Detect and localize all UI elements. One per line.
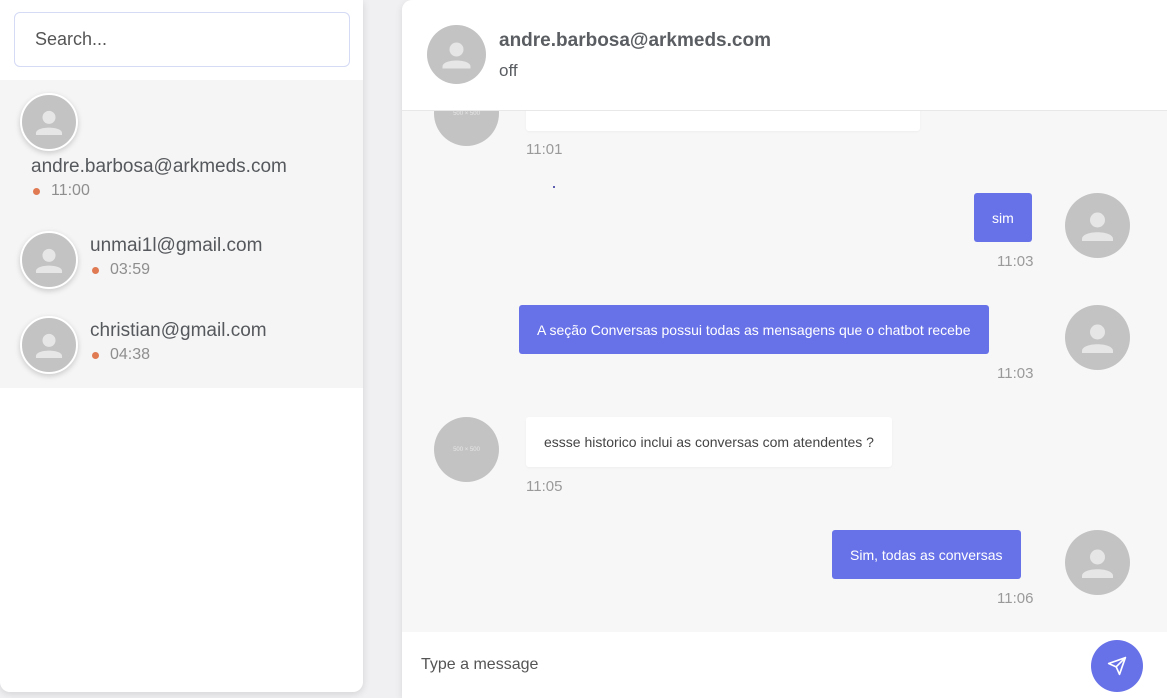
sidebar: andre.barbosa@arkmeds.com 11:00 unmai1l@… xyxy=(0,0,363,692)
contact-time: 03:59 xyxy=(110,261,151,278)
incoming-message-bubble xyxy=(526,111,920,131)
paper-plane-icon xyxy=(1107,656,1127,676)
user-avatar xyxy=(1065,193,1130,258)
message-time: 11:05 xyxy=(526,478,563,495)
contact-avatar xyxy=(20,93,78,151)
contact-list: andre.barbosa@arkmeds.com 11:00 unmai1l@… xyxy=(0,80,363,388)
person-silhouette-icon xyxy=(35,110,63,136)
chat-contact-name: andre.barbosa@arkmeds.com xyxy=(499,30,771,51)
status-dot xyxy=(92,351,99,359)
message-time: 11:06 xyxy=(997,590,1034,607)
message-time: 11:01 xyxy=(526,141,563,158)
message-list: 500 × 500 11:01 sim 11:03 A seção Conver… xyxy=(402,111,1167,632)
contact-name: andre.barbosa@arkmeds.com xyxy=(31,156,287,177)
sender-avatar: 500 × 500 xyxy=(434,417,499,482)
contact-item[interactable]: unmai1l@gmail.com 03:59 xyxy=(0,218,363,302)
contact-meta: 04:38 xyxy=(92,346,150,364)
user-avatar xyxy=(1065,530,1130,595)
person-silhouette-icon xyxy=(1082,324,1113,353)
contact-time: 11:00 xyxy=(51,182,90,199)
search-input[interactable] xyxy=(14,12,350,67)
message-time: 11:03 xyxy=(997,253,1034,270)
sender-avatar: 500 × 500 xyxy=(434,111,499,146)
person-silhouette-icon xyxy=(35,333,63,359)
chat-panel: andre.barbosa@arkmeds.com off 500 × 500 … xyxy=(402,0,1167,698)
contact-meta: 03:59 xyxy=(92,261,150,279)
outgoing-message-bubble: Sim, todas as conversas xyxy=(832,530,1021,579)
status-dot xyxy=(92,266,99,274)
chat-header-avatar xyxy=(427,25,486,84)
incoming-message-bubble: essse historico inclui as conversas com … xyxy=(526,417,892,467)
contact-avatar xyxy=(20,231,78,289)
outgoing-message-bubble: A seção Conversas possui todas as mensag… xyxy=(519,305,989,354)
message-input[interactable] xyxy=(402,632,1082,698)
contact-time: 04:38 xyxy=(110,346,151,363)
status-dot xyxy=(33,187,40,195)
chat-contact-status: off xyxy=(499,61,518,80)
person-silhouette-icon xyxy=(442,42,471,69)
contact-avatar xyxy=(20,316,78,374)
message-composer xyxy=(402,632,1167,698)
person-silhouette-icon xyxy=(35,248,63,274)
person-silhouette-icon xyxy=(1082,212,1113,241)
avatar-placeholder-label: 500 × 500 xyxy=(453,446,480,453)
message-time: 11:03 xyxy=(997,365,1034,382)
contact-name: unmai1l@gmail.com xyxy=(90,235,263,256)
avatar-placeholder-label: 500 × 500 xyxy=(453,111,480,117)
send-button[interactable] xyxy=(1091,640,1143,692)
person-silhouette-icon xyxy=(1082,549,1113,578)
contact-item[interactable]: christian@gmail.com 04:38 xyxy=(0,302,363,386)
outgoing-message-bubble: sim xyxy=(974,193,1032,242)
contact-name: christian@gmail.com xyxy=(90,320,267,341)
contact-item[interactable]: andre.barbosa@arkmeds.com 11:00 xyxy=(0,80,363,216)
contact-meta: 11:00 xyxy=(33,182,90,200)
stray-dot xyxy=(553,186,555,188)
chat-header: andre.barbosa@arkmeds.com off xyxy=(402,0,1167,111)
user-avatar xyxy=(1065,305,1130,370)
